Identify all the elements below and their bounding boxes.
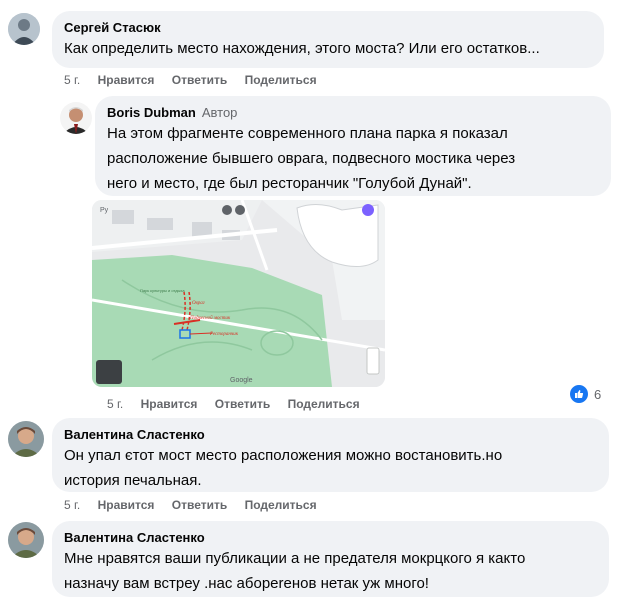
reactions-summary[interactable]: 6: [568, 383, 601, 405]
comment-timestamp[interactable]: 5 г.: [64, 498, 80, 512]
reply-button[interactable]: Ответить: [172, 73, 227, 87]
like-button[interactable]: Нравится: [141, 397, 198, 411]
map-park-label: Парк культуры и отдыха: [140, 288, 185, 293]
map-attribution: Google: [230, 377, 253, 384]
map-restaurant-label: Ресторанчик: [209, 332, 239, 337]
map-image[interactable]: Ру Парк культуры и отдыха Овраг Подвесно…: [92, 200, 385, 387]
reply-button[interactable]: Ответить: [172, 498, 227, 512]
comment-author[interactable]: Валентина Сластенко: [64, 529, 597, 546]
comment-text-line: назначу вам встреу .нас абореrенов нетак…: [64, 575, 429, 592]
comment-text-line: На этом фрагменте современного плана пар…: [107, 125, 508, 142]
comment-actions: 5 г. Нравится Ответить Поделиться: [64, 72, 331, 88]
avatar[interactable]: [8, 421, 44, 457]
person-photo-icon: [8, 421, 44, 457]
comment-author[interactable]: Boris Dubman: [107, 105, 196, 120]
comment-author[interactable]: Валентина Сластенко: [64, 426, 597, 443]
person-photo-icon: [8, 13, 40, 45]
comment-text-line: расположение бывшего оврага, подвесного …: [107, 150, 516, 167]
comment-bubble: Валентина Сластенко Он упал єтот мост ме…: [52, 418, 609, 492]
like-button[interactable]: Нравится: [98, 73, 155, 87]
comment-bubble: Валентина Сластенко Мне нравятся ваши пу…: [52, 521, 609, 597]
comment-actions: 5 г. Нравится Ответить Поделиться: [107, 396, 374, 412]
share-button[interactable]: Поделиться: [245, 73, 317, 87]
reactions-count: 6: [594, 386, 602, 402]
share-button[interactable]: Поделиться: [245, 498, 317, 512]
park-map: Ру Парк культуры и отдыха Овраг Подвесно…: [92, 200, 385, 387]
comment-text: Как определить место нахождения, этого м…: [64, 40, 540, 57]
map-bridge-label: Подвесной мостик: [189, 315, 231, 321]
comment-author-row: Boris Dubman Автор: [107, 104, 599, 121]
map-ravine-label: Овраг: [192, 301, 205, 306]
person-photo-icon: [60, 102, 92, 134]
reply-button[interactable]: Ответить: [215, 397, 270, 411]
comment-timestamp[interactable]: 5 г.: [64, 73, 80, 87]
map-language-label: Ру: [100, 207, 109, 214]
author-badge: Автор: [201, 105, 238, 120]
avatar[interactable]: [60, 102, 92, 134]
comment-timestamp[interactable]: 5 г.: [107, 397, 123, 411]
avatar[interactable]: [8, 522, 44, 558]
comment-bubble: Boris Dubman Автор На этом фрагменте совр…: [95, 96, 611, 196]
like-button[interactable]: Нравится: [98, 498, 155, 512]
comment-text-line: Мне нравятся ваши публикации а не предат…: [64, 550, 526, 567]
person-photo-icon: [8, 522, 44, 558]
like-icon: [568, 383, 590, 405]
comment-text-line: него и место, где был ресторанчик "Голуб…: [107, 175, 472, 192]
comment-bubble: Сергей Стасюк Как определить место нахож…: [52, 11, 604, 68]
comment-actions: 5 г. Нравится Ответить Поделиться: [64, 497, 331, 513]
avatar[interactable]: [8, 13, 40, 45]
comment-text-line: история печальная.: [64, 472, 202, 489]
share-button[interactable]: Поделиться: [288, 397, 360, 411]
comment-text-line: Он упал єтот мост место расположения мож…: [64, 447, 503, 464]
comment-author[interactable]: Сергей Стасюк: [64, 19, 592, 36]
